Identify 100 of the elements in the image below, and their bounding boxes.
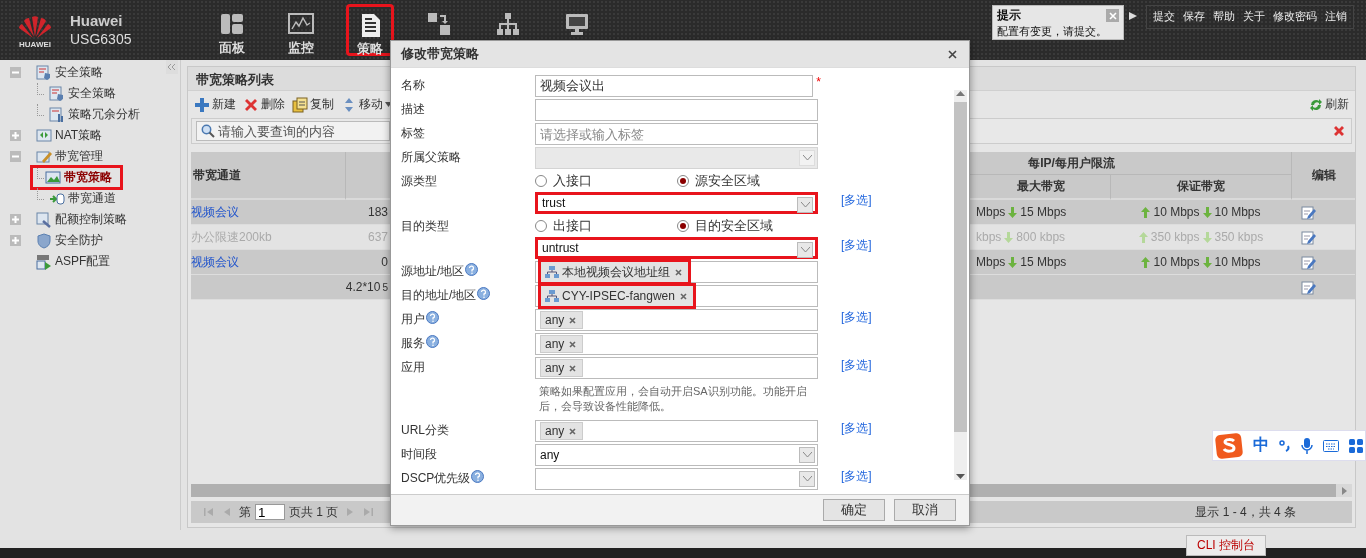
channel-icon bbox=[49, 190, 65, 207]
nav-tab[interactable]: 面板 bbox=[207, 4, 256, 56]
tag-field[interactable]: any bbox=[535, 309, 818, 331]
aspf-icon bbox=[36, 253, 52, 270]
radio-option[interactable]: 出接口 bbox=[535, 216, 677, 235]
edit-button[interactable] bbox=[1301, 254, 1316, 270]
console-tab[interactable]: CLI 控制台 bbox=[1186, 535, 1266, 556]
scrollbar[interactable] bbox=[954, 90, 967, 480]
remove-button[interactable] bbox=[567, 364, 579, 372]
channel-link[interactable]: 视频会议 bbox=[191, 203, 239, 221]
header-link[interactable]: 修改密码 bbox=[1273, 9, 1317, 25]
bandwidth-value: 10 Mbps bbox=[1214, 255, 1261, 269]
page-total: 页共 1 页 bbox=[289, 503, 339, 521]
field-label: 标签 bbox=[401, 125, 425, 142]
toolbar-button[interactable]: 删除 bbox=[243, 96, 285, 113]
input-mode[interactable]: 中 bbox=[1253, 435, 1269, 456]
dropdown[interactable]: untrust bbox=[535, 237, 818, 259]
microphone-icon[interactable] bbox=[1301, 437, 1313, 454]
multi-select-link[interactable]: [多选] bbox=[841, 419, 872, 435]
multi-select-link[interactable]: [多选] bbox=[841, 191, 872, 207]
up-arrow-icon bbox=[1141, 206, 1151, 218]
bandwidth-value: Mbps bbox=[976, 255, 1006, 269]
edit-icon bbox=[1301, 279, 1316, 295]
tag-field[interactable]: 本地视频会议地址组 bbox=[535, 261, 818, 283]
refresh-button[interactable]: 刷新 bbox=[1309, 96, 1349, 113]
edit-button[interactable] bbox=[1301, 279, 1316, 295]
plus-icon bbox=[12, 216, 19, 223]
text-field[interactable]: 视频会议出 bbox=[535, 75, 814, 97]
search-field[interactable]: 请输入要查询的内容 bbox=[196, 121, 390, 141]
collapse-toggle[interactable] bbox=[10, 67, 21, 78]
dialog-button[interactable]: 确定 bbox=[823, 499, 885, 521]
bandwidth-value: Mbps bbox=[976, 205, 1006, 219]
edit-icon bbox=[1301, 229, 1316, 245]
header-link[interactable]: 提交 bbox=[1153, 9, 1175, 25]
remove-button[interactable] bbox=[567, 316, 579, 324]
header-link[interactable]: 注销 bbox=[1325, 9, 1347, 25]
expand-toggle[interactable] bbox=[10, 214, 21, 225]
field-label: URL分类 bbox=[401, 422, 449, 439]
field-label: 描述 bbox=[401, 101, 425, 118]
keyboard-icon[interactable] bbox=[1323, 439, 1339, 452]
expand-toggle[interactable] bbox=[10, 130, 21, 141]
tree-item[interactable]: 带宽策略 bbox=[30, 165, 123, 190]
header-link[interactable]: 帮助 bbox=[1213, 9, 1235, 25]
tag-field[interactable]: CYY-IPSEC-fangwen bbox=[535, 285, 818, 307]
dialog-button[interactable]: 取消 bbox=[894, 499, 956, 521]
policy-icon bbox=[49, 85, 65, 102]
channel-link[interactable]: 视频会议 bbox=[191, 253, 239, 271]
image-icon bbox=[45, 169, 61, 186]
remove-button[interactable] bbox=[567, 340, 579, 348]
header-link[interactable]: 关于 bbox=[1243, 9, 1265, 25]
nat-icon bbox=[36, 127, 52, 144]
bandwidth-value: 10 Mbps bbox=[1153, 205, 1200, 219]
page-label: 第 bbox=[239, 503, 251, 521]
dropdown[interactable]: any bbox=[535, 444, 818, 466]
edit-button[interactable] bbox=[1301, 229, 1316, 245]
close-button[interactable] bbox=[946, 47, 959, 61]
text-field[interactable] bbox=[535, 99, 818, 121]
page-input[interactable]: 1 bbox=[255, 504, 285, 520]
close-icon bbox=[675, 268, 682, 276]
double-chevron-icon bbox=[166, 62, 176, 72]
delete-icon bbox=[243, 96, 259, 113]
toolbar-button[interactable]: 移动 bbox=[341, 96, 392, 113]
column-header: 编辑 bbox=[1291, 152, 1355, 200]
collapse-toggle[interactable] bbox=[10, 151, 21, 162]
grid-icon[interactable] bbox=[1349, 438, 1363, 453]
toolbar-button[interactable]: 新建 bbox=[194, 96, 236, 113]
edit-icon bbox=[1301, 204, 1316, 220]
remove-button[interactable] bbox=[677, 292, 689, 300]
radio-option[interactable]: 目的安全区域 bbox=[677, 216, 819, 235]
tag-field[interactable]: any bbox=[535, 333, 818, 355]
remove-button[interactable] bbox=[567, 427, 579, 435]
remove-button[interactable] bbox=[673, 268, 684, 276]
minus-icon bbox=[12, 69, 19, 76]
close-icon bbox=[569, 427, 577, 435]
multi-select-link[interactable]: [多选] bbox=[841, 467, 872, 483]
multi-select-link[interactable]: [多选] bbox=[841, 308, 872, 324]
tag-field[interactable]: any bbox=[535, 357, 818, 379]
tip-message: 配置有变更，请提交。 bbox=[997, 24, 1108, 39]
toolbar-button[interactable]: 复制 bbox=[292, 96, 334, 113]
close-icon bbox=[948, 49, 957, 59]
clear-button[interactable] bbox=[1333, 125, 1345, 137]
tip-title: 提示 bbox=[997, 7, 1022, 24]
tag-field[interactable]: any bbox=[535, 420, 818, 442]
minus-icon bbox=[12, 153, 19, 160]
expand-toggle[interactable] bbox=[10, 235, 21, 246]
tag-chip: any bbox=[540, 335, 584, 353]
tag-chip: any bbox=[540, 311, 584, 329]
search-icon bbox=[201, 124, 215, 138]
close-icon bbox=[1108, 11, 1117, 20]
dropdown[interactable]: trust bbox=[535, 192, 818, 214]
quota-icon bbox=[36, 211, 52, 228]
header-link[interactable]: 保存 bbox=[1183, 9, 1205, 25]
multi-select-link[interactable]: [多选] bbox=[841, 356, 872, 372]
edit-button[interactable] bbox=[1301, 204, 1316, 220]
nav-tab[interactable]: 监控 bbox=[276, 4, 325, 56]
logo-text: HUAWEI bbox=[19, 40, 51, 49]
punctuation-icon[interactable] bbox=[1279, 439, 1291, 452]
multi-select-link[interactable]: [多选] bbox=[841, 236, 872, 252]
play-icon bbox=[1128, 11, 1138, 21]
text-field[interactable]: 请选择或输入标签 bbox=[535, 123, 818, 145]
